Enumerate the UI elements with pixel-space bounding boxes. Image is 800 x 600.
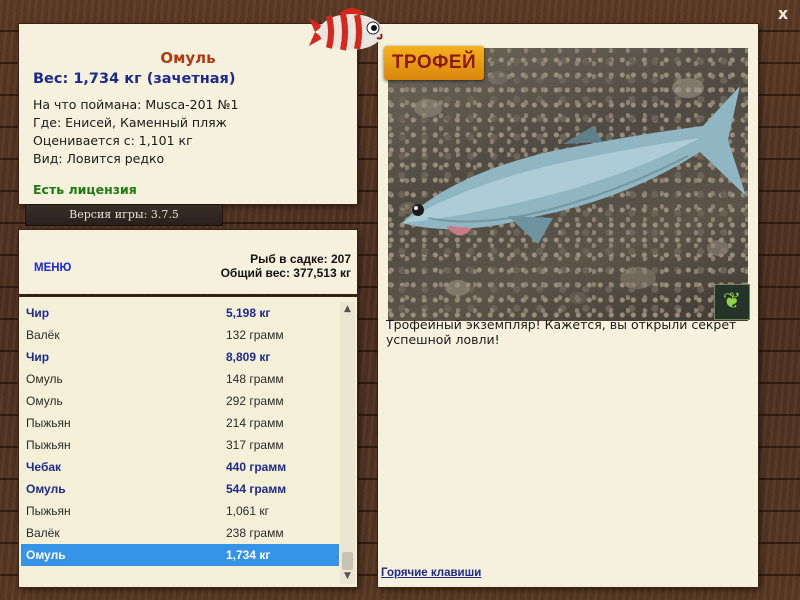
catch-list-panel: Чир 5,198 кг Валёк 132 грамм Чир 8,809 кг Омул… [19,297,357,587]
fish-count: Рыб в садке: 207 [250,252,351,266]
fish-description: Трофейный экземпляр! Кажется, вы открыли… [386,317,737,347]
close-button[interactable]: x [775,6,791,22]
caught-on-text: На что поймана: Musca-201 №1 [33,97,239,112]
catch-fish-name: Пыжьян [26,504,71,518]
butterfly-icon[interactable]: ❦ [714,284,750,320]
catch-fish-weight: 544 грамм [226,482,287,496]
catch-fish-name: Пыжьян [26,416,71,430]
catch-fish-weight: 8,809 кг [226,350,271,364]
scroll-down-icon[interactable]: ▼ [340,569,355,584]
game-version: Версия игры: 3.7.5 [26,205,222,225]
catch-fish-weight: 5,198 кг [226,306,271,320]
catch-list-row[interactable]: Чир 8,809 кг [21,346,339,368]
catch-fish-name: Чебак [26,460,62,474]
catch-list-row[interactable]: Пыжьян 214 грамм [21,412,339,434]
location-text: Где: Енисей, Каменный пляж [33,115,227,130]
catch-list-row[interactable]: Чебак 440 грамм [21,456,339,478]
catch-list-row[interactable]: Омуль 544 грамм [21,478,339,500]
scrollbar[interactable]: ▲ ▼ [340,302,355,584]
hotkeys-link[interactable]: Горячие клавиши [381,567,481,579]
catch-list-row[interactable]: Омуль 148 грамм [21,368,339,390]
catch-fish-name: Омуль [26,394,63,408]
catch-list-row[interactable]: Омуль 292 грамм [21,390,339,412]
catch-list-row[interactable]: Пыжьян 317 грамм [21,434,339,456]
catch-fish-weight: 292 грамм [226,394,284,408]
scroll-up-icon[interactable]: ▲ [340,302,355,317]
fish-mascot-icon [309,8,383,51]
catch-fish-name: Омуль [26,482,66,496]
catch-list-row[interactable]: Валёк 132 грамм [21,324,339,346]
menu-button[interactable]: МЕНЮ [34,262,71,274]
catch-list: Чир 5,198 кг Валёк 132 грамм Чир 8,809 кг Омул… [21,302,339,566]
stats-panel: МЕНЮ Рыб в садке: 207 Общий вес: 377,513… [19,230,357,294]
catch-fish-weight: 148 грамм [226,372,284,386]
catch-fish-name: Валёк [26,328,60,342]
catch-fish-name: Омуль [26,372,63,386]
catch-fish-name: Пыжьян [26,438,71,452]
catch-fish-weight: 440 грамм [226,460,287,474]
fish-info-panel: Омуль Вес: 1,734 кг (зачетная) На что по… [19,24,357,204]
catch-list-row[interactable]: Омуль 1,734 кг [21,544,339,566]
fish-weight: Вес: 1,734 кг (зачетная) [33,71,236,87]
catch-fish-name: Чир [26,306,50,320]
total-weight: Общий вес: 377,513 кг [220,266,351,280]
catch-fish-name: Валёк [26,526,60,540]
estimated-text: Оценивается с: 1,101 кг [33,133,193,148]
catch-list-row[interactable]: Чир 5,198 кг [21,302,339,324]
rarity-text: Вид: Ловится редко [33,151,165,166]
catch-fish-name: Чир [26,350,50,364]
catch-list-row[interactable]: Пыжьян 1,061 кг [21,500,339,522]
fish-photo-illustration [399,71,746,304]
catch-fish-weight: 238 грамм [226,526,284,540]
catch-fish-weight: 214 грамм [226,416,284,430]
scroll-thumb[interactable] [342,552,353,570]
license-status: Есть лицензия [33,182,137,197]
catch-fish-weight: 1,734 кг [226,548,271,562]
catch-fish-weight: 1,061 кг [226,504,269,518]
fish-detail-panel: ТРОФЕЙ ❦ Трофейный экземпляр! Кажется, в… [378,24,758,587]
catch-fish-name: Омуль [26,548,66,562]
fish-photo [388,48,748,321]
catch-list-row[interactable]: Валёк 238 грамм [21,522,339,544]
trophy-badge: ТРОФЕЙ [384,46,484,80]
catch-fish-weight: 317 грамм [226,438,284,452]
fish-title: Омуль [160,49,216,67]
catch-fish-weight: 132 грамм [226,328,284,342]
